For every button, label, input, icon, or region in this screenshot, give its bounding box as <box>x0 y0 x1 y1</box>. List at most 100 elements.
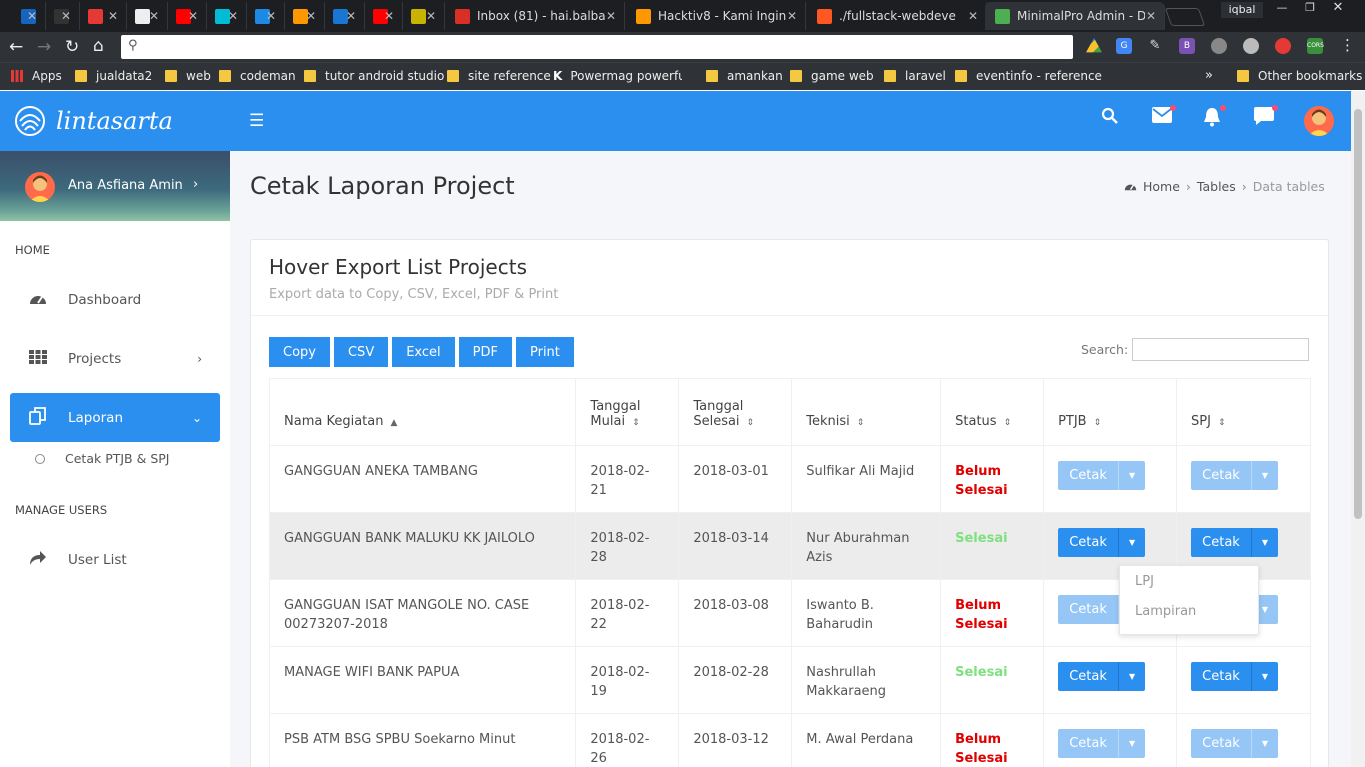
cetak-split-button[interactable]: Cetak▼ <box>1191 662 1296 691</box>
browser-tab[interactable]: ✕ <box>13 2 46 30</box>
bookmark-item[interactable]: amankan <box>706 69 783 83</box>
reload-icon[interactable]: ↻ <box>65 37 79 57</box>
bookmark-item[interactable]: laravel <box>884 69 946 83</box>
bookmark-item[interactable]: K Powermag powerfull <box>553 69 682 83</box>
browser-tab[interactable]: ✕ <box>80 2 127 30</box>
chat-icon[interactable] <box>1252 105 1278 131</box>
col-teknisi[interactable]: Teknisi ⇕ <box>791 378 942 446</box>
menu-kebab-icon[interactable]: ⋮ <box>1340 36 1355 54</box>
tab-close-icon[interactable]: ✕ <box>346 9 356 23</box>
google-drive-icon[interactable] <box>1086 38 1102 53</box>
forward-icon[interactable]: → <box>37 37 51 57</box>
browser-tab[interactable]: MinimalPro Admin - D ✕ <box>985 2 1165 30</box>
col-tanggal-mulai[interactable]: Tanggal Mulai ⇕ <box>575 378 680 446</box>
scrollbar-thumb[interactable] <box>1354 109 1362 519</box>
globe-icon[interactable] <box>1211 38 1227 54</box>
bookmark-item[interactable]: web <box>165 69 211 83</box>
bookmark-item[interactable]: tutor android studio <box>304 69 444 83</box>
bell-icon[interactable] <box>1200 105 1226 131</box>
tab-close-icon[interactable]: ✕ <box>606 9 616 23</box>
sidebar-item-laporan[interactable]: Laporan ⌄ <box>10 393 220 442</box>
tab-close-icon[interactable]: ✕ <box>1146 9 1156 23</box>
browser-tab[interactable]: ./fullstack-webdeve ✕ <box>807 2 987 30</box>
caret-down-icon[interactable]: ▼ <box>1118 729 1146 758</box>
tab-close-icon[interactable]: ✕ <box>787 9 797 23</box>
col-nama-kegiatan[interactable]: Nama Kegiatan ▲ <box>268 378 577 446</box>
browser-tab[interactable]: ✕ <box>365 2 403 30</box>
col-status[interactable]: Status ⇕ <box>940 378 1045 446</box>
tab-close-icon[interactable]: ✕ <box>384 9 394 23</box>
bookmarks-overflow-chevron[interactable]: » <box>1205 68 1213 83</box>
mail-icon[interactable] <box>1150 105 1176 131</box>
breadcrumb-home[interactable]: Home <box>1143 179 1180 194</box>
tab-close-icon[interactable]: ✕ <box>108 9 118 23</box>
cetak-button[interactable]: Cetak <box>1058 729 1119 758</box>
browser-tab[interactable]: ✕ <box>403 2 445 30</box>
cetak-split-button[interactable]: Cetak▼ <box>1191 461 1296 490</box>
bookmark-item[interactable]: Apps <box>11 69 62 83</box>
bookmark-item[interactable]: codeman <box>219 69 296 83</box>
other-bookmarks[interactable]: Other bookmarks <box>1237 69 1362 83</box>
home-icon[interactable]: ⌂ <box>93 36 104 56</box>
tab-close-icon[interactable]: ✕ <box>426 9 436 23</box>
pdf-button[interactable]: PDF <box>458 337 512 367</box>
dropdown-item-lpj[interactable]: LPJ <box>1120 566 1258 596</box>
search-icon[interactable] <box>1098 107 1122 131</box>
cetak-split-button[interactable]: Cetak▼ <box>1191 729 1296 758</box>
caret-down-icon[interactable]: ▼ <box>1251 729 1278 758</box>
copy-button[interactable]: Copy <box>269 337 330 367</box>
user-panel[interactable]: Ana Asfiana Amin › <box>0 151 230 221</box>
sidebar-item-user-list[interactable]: User List <box>10 535 220 584</box>
browser-tab[interactable]: ✕ <box>325 2 365 30</box>
tab-close-icon[interactable]: ✕ <box>188 9 198 23</box>
bookmark-item[interactable]: site reference <box>447 69 551 83</box>
caret-down-icon[interactable]: ▼ <box>1251 528 1278 557</box>
logo[interactable]: lintasarta <box>14 105 173 137</box>
cetak-button[interactable]: Cetak <box>1191 528 1251 557</box>
tab-close-icon[interactable]: ✕ <box>266 9 276 23</box>
user-avatar[interactable] <box>1304 106 1334 136</box>
bookmark-item[interactable]: eventinfo - reference <box>955 69 1102 83</box>
browser-tab[interactable]: Hacktiv8 - Kami Ingin I ✕ <box>626 2 806 30</box>
cetak-split-button[interactable]: Cetak▼ <box>1058 528 1162 557</box>
cetak-split-button[interactable]: Cetak▼ <box>1058 461 1162 490</box>
bootstrap-extension-icon[interactable]: B <box>1179 38 1195 54</box>
browser-tab[interactable]: ✕ <box>168 2 207 30</box>
tab-close-icon[interactable]: ✕ <box>968 9 978 23</box>
browser-tab[interactable]: ✕ <box>247 2 285 30</box>
tab-close-icon[interactable]: ✕ <box>61 9 71 23</box>
tab-close-icon[interactable]: ✕ <box>228 9 238 23</box>
tab-close-icon[interactable]: ✕ <box>306 9 316 23</box>
caret-down-icon[interactable]: ▼ <box>1118 461 1146 490</box>
caret-down-icon[interactable]: ▼ <box>1118 528 1146 557</box>
col-tanggal-selesai[interactable]: Tanggal Selesai ⇕ <box>678 378 793 446</box>
caret-down-icon[interactable]: ▼ <box>1251 662 1278 691</box>
caret-down-icon[interactable]: ▼ <box>1251 461 1278 490</box>
tab-close-icon[interactable]: ✕ <box>149 9 159 23</box>
cetak-button[interactable]: Cetak <box>1191 662 1251 691</box>
cetak-button[interactable]: Cetak <box>1058 528 1119 557</box>
dropdown-item-lampiran[interactable]: Lampiran <box>1120 596 1258 626</box>
back-icon[interactable]: ← <box>9 37 23 57</box>
bookmark-item[interactable]: jualdata2 <box>75 69 152 83</box>
col-spj[interactable]: SPJ ⇕ <box>1176 378 1311 446</box>
cetak-split-button[interactable]: Cetak▼ <box>1058 662 1162 691</box>
excel-button[interactable]: Excel <box>392 337 455 367</box>
cors-extension-icon[interactable]: CORS <box>1307 38 1324 54</box>
maximize-icon[interactable]: ❐ <box>1296 0 1324 16</box>
profile-chip[interactable]: iqbal <box>1221 2 1263 18</box>
tab-close-icon[interactable]: ✕ <box>27 9 37 23</box>
cetak-button[interactable]: Cetak <box>1191 729 1251 758</box>
browser-tab[interactable]: Inbox (81) - hai.balbaa ✕ <box>445 2 625 30</box>
opera-icon[interactable] <box>1275 38 1291 54</box>
cetak-button[interactable]: Cetak <box>1191 461 1251 490</box>
caret-down-icon[interactable]: ▼ <box>1118 662 1146 691</box>
col-ptjb[interactable]: PTJB ⇕ <box>1043 378 1177 446</box>
sidebar-item-projects[interactable]: Projects › <box>10 334 220 383</box>
cetak-split-button[interactable]: Cetak▼ <box>1058 729 1162 758</box>
new-tab-button[interactable] <box>1164 8 1206 26</box>
sidebar-item-dashboard[interactable]: Dashboard <box>10 275 220 324</box>
search-input[interactable] <box>1132 338 1310 361</box>
browser-tab[interactable]: ✕ <box>127 2 168 30</box>
browser-tab[interactable]: ✕ <box>207 2 247 30</box>
